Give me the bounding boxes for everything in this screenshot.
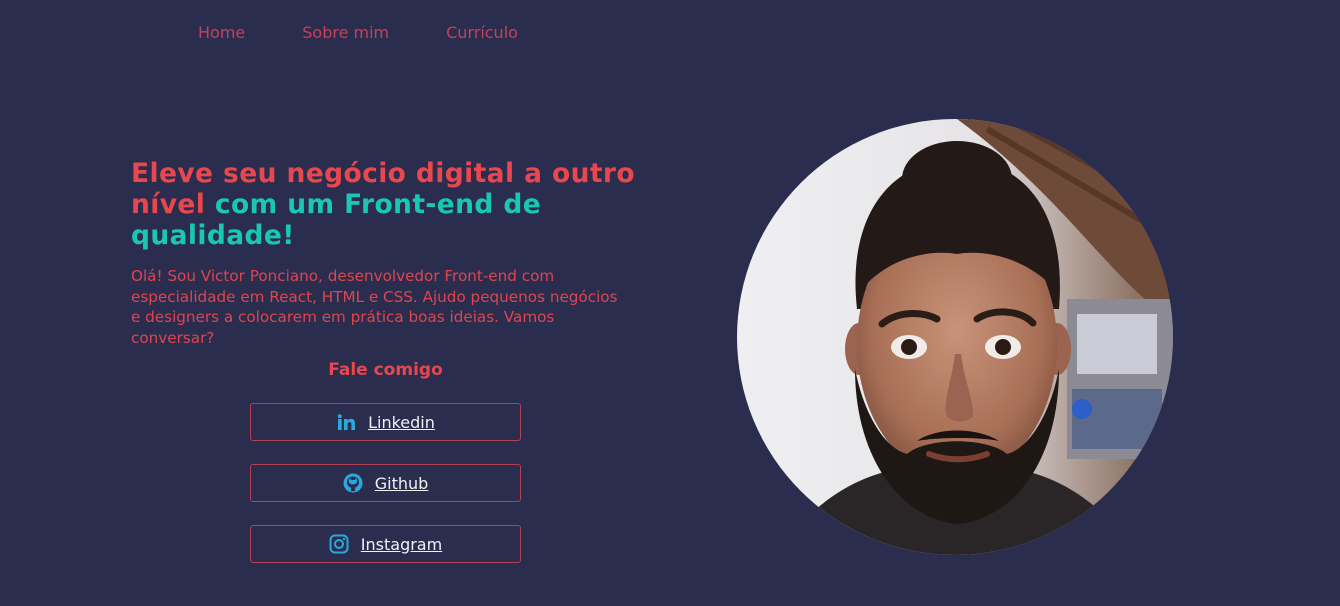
linkedin-button[interactable]: Linkedin [250,403,521,441]
nav-link-curriculo[interactable]: Currículo [446,22,518,44]
contact-heading: Fale comigo [328,360,443,380]
profile-photo [737,119,1173,555]
top-nav: Home Sobre mim Currículo [198,22,575,44]
instagram-label: Instagram [360,534,443,554]
nav-link-home[interactable]: Home [198,22,245,44]
github-icon [343,473,363,493]
hero-title: Eleve seu negócio digital a outro nível … [131,158,671,251]
instagram-icon [329,534,349,554]
github-label: Github [374,473,429,493]
github-button[interactable]: Github [250,464,521,502]
instagram-button[interactable]: Instagram [250,525,521,563]
hero-description: Olá! Sou Victor Ponciano, desenvolvedor … [131,267,618,347]
nav-link-sobre-mim[interactable]: Sobre mim [302,22,389,44]
linkedin-label: Linkedin [368,412,435,432]
linkedin-icon [336,412,356,432]
page: Home Sobre mim Currículo Eleve seu negóc… [0,0,1340,606]
